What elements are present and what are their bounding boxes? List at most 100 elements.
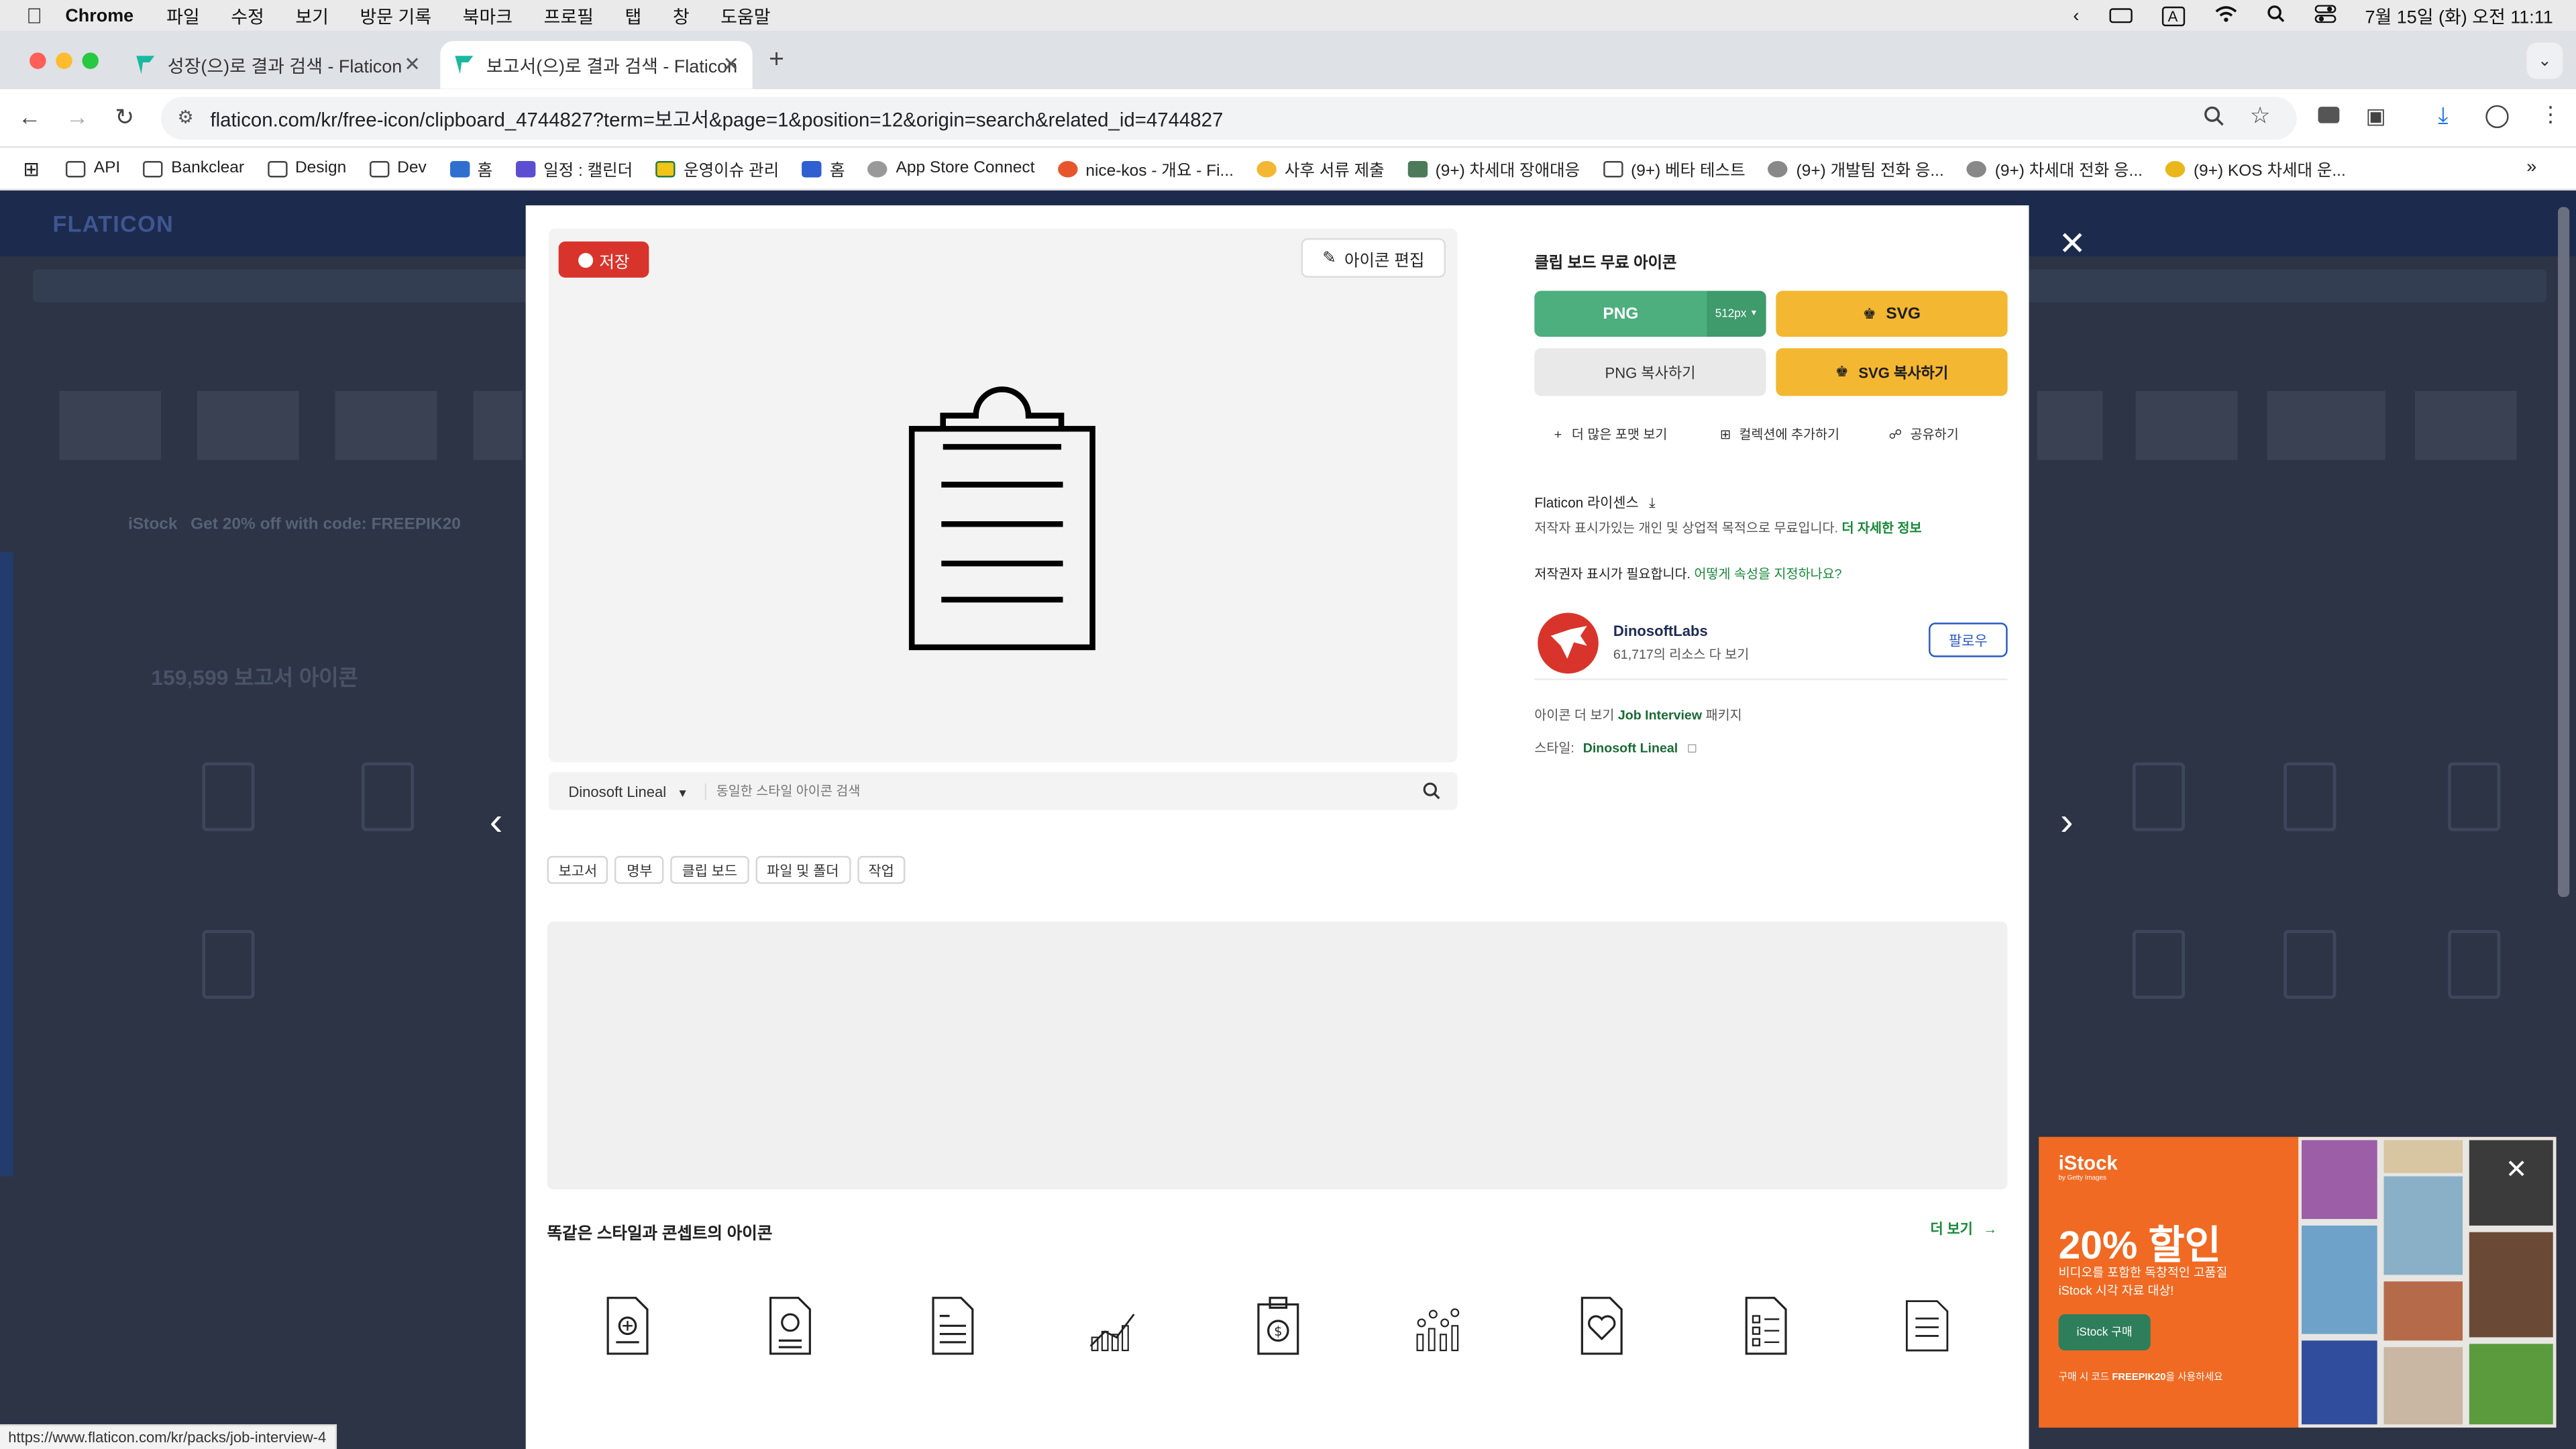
bookmark-folder-bankclear[interactable]: Bankclear xyxy=(143,160,244,177)
bookmark-icon[interactable]: □ xyxy=(1688,741,1696,755)
back-icon[interactable]: ← xyxy=(18,103,41,129)
bookmark-app-store-connect[interactable]: App Store Connect xyxy=(867,160,1034,177)
bookmark-nice-kos[interactable]: nice-kos - 개요 - Fi... xyxy=(1057,156,1234,180)
download-icon[interactable]: ⤓ xyxy=(2438,102,2448,130)
window-zoom-button[interactable] xyxy=(82,52,99,69)
istock-ad[interactable]: iStock by Getty Images 20% 할인 비디오를 포함한 독… xyxy=(2039,1136,2557,1428)
tag-chip[interactable]: 클립 보드 xyxy=(670,855,749,884)
author-resources[interactable]: 61,717의 리소스 다 보기 xyxy=(1613,645,1749,663)
license-more-link[interactable]: 더 자세한 정보 xyxy=(1841,521,1921,535)
extensions-icon[interactable]: ▣ xyxy=(2366,103,2386,129)
bookmark-dev-phone[interactable]: (9+) 개발팀 전화 응... xyxy=(1768,156,1944,180)
download-license-icon[interactable]: ⤓ xyxy=(1649,494,1655,511)
attribution-link[interactable]: 어떻게 속성을 지정하나요? xyxy=(1694,567,1841,582)
menu-view[interactable]: 보기 xyxy=(295,3,329,29)
tab-close-icon[interactable]: ✕ xyxy=(404,52,421,75)
png-copy-button[interactable]: PNG 복사하기 xyxy=(1534,348,1766,396)
tag-chip[interactable]: 파일 및 폴더 xyxy=(755,855,851,884)
see-more-link[interactable]: 더 보기 → xyxy=(1931,1219,1998,1238)
bookmark-docs-submit[interactable]: 사후 서류 제출 xyxy=(1256,156,1385,180)
menu-tab[interactable]: 탭 xyxy=(625,3,641,29)
bookmark-folder-api[interactable]: API xyxy=(66,160,120,177)
spotlight-search-icon[interactable] xyxy=(2267,4,2285,27)
pinterest-save-button[interactable]: 저장 xyxy=(558,241,649,278)
apps-grid-icon[interactable]: ⊞ xyxy=(23,157,40,180)
apple-icon[interactable]:  xyxy=(26,3,42,28)
input-mode-icon[interactable]: A xyxy=(2161,5,2185,25)
tab-report-search[interactable]: 보고서(으)로 결과 검색 - Flaticon ✕ xyxy=(440,41,753,89)
previous-icon-arrow[interactable]: ‹ xyxy=(490,800,503,847)
svg-download-button[interactable]: ♚ SVG xyxy=(1776,290,2008,337)
next-icon-arrow[interactable]: › xyxy=(2060,800,2074,847)
similar-icon-document[interactable] xyxy=(928,1296,977,1355)
similar-icon-checklist[interactable] xyxy=(1741,1296,1790,1355)
forward-icon[interactable]: → xyxy=(66,103,89,129)
tab-growth-search[interactable]: 성장(으)로 결과 검색 - Flaticon ✕ xyxy=(121,41,433,89)
menu-help[interactable]: 도움말 xyxy=(720,3,770,29)
similar-icon-folded-document[interactable] xyxy=(1902,1296,1951,1355)
follow-button[interactable]: 팔로우 xyxy=(1929,623,2008,657)
menu-bookmarks[interactable]: 북마크 xyxy=(463,3,513,29)
author-name[interactable]: DinosoftLabs xyxy=(1613,623,1708,639)
tab-close-icon[interactable]: ✕ xyxy=(722,52,739,75)
istock-buy-button[interactable]: iStock 구매 xyxy=(2058,1314,2151,1351)
search-icon[interactable] xyxy=(1423,782,1441,800)
modal-close-icon[interactable]: ✕ xyxy=(2059,223,2086,264)
menu-window[interactable]: 창 xyxy=(673,3,690,29)
similar-icon-growth-chart[interactable] xyxy=(1087,1296,1136,1355)
istock-close-icon[interactable]: ✕ xyxy=(2506,1153,2528,1186)
profile-icon[interactable] xyxy=(2485,105,2509,129)
job-interview-pack-link[interactable]: Job Interview xyxy=(1618,708,1702,723)
tag-chip[interactable]: 보고서 xyxy=(547,855,609,884)
site-info-icon[interactable]: ⚙ xyxy=(177,107,193,128)
similar-icon-medical-report[interactable] xyxy=(603,1296,652,1355)
battery-icon[interactable] xyxy=(2108,8,2132,23)
bookmark-beta-test[interactable]: (9+) 베타 테스트 xyxy=(1603,156,1746,180)
png-download-button[interactable]: PNG 512px ▼ xyxy=(1534,290,1766,337)
scrollbar[interactable] xyxy=(2558,207,2570,898)
bookmark-next-phone[interactable]: (9+) 차세대 전화 응... xyxy=(1967,156,2143,180)
tag-chip[interactable]: 작업 xyxy=(857,855,906,884)
svg-copy-button[interactable]: ♚ SVG 복사하기 xyxy=(1776,348,2008,396)
bookmark-folder-design[interactable]: Design xyxy=(267,160,346,177)
similar-icon-certificate[interactable] xyxy=(765,1296,814,1355)
camera-extension-icon[interactable] xyxy=(2318,107,2340,123)
wifi-icon[interactable] xyxy=(2214,4,2237,27)
menu-profile[interactable]: 프로필 xyxy=(544,3,594,29)
bookmark-calendar[interactable]: 일정 : 캘린더 xyxy=(515,156,633,180)
style-name-link[interactable]: Dinosoft Lineal xyxy=(1583,741,1678,755)
tag-chip[interactable]: 명부 xyxy=(615,855,664,884)
menu-edit[interactable]: 수정 xyxy=(231,3,264,29)
tab-search-button[interactable]: ⌄ xyxy=(2526,42,2563,79)
bookmark-ops-issue[interactable]: 운영이슈 관리 xyxy=(655,156,779,180)
png-size-select[interactable]: 512px ▼ xyxy=(1707,290,1766,337)
address-bar[interactable]: ⚙ flaticon.com/kr/free-icon/clipboard_47… xyxy=(161,97,2297,140)
menubar-clock[interactable]: 7월 15일 (화) 오전 11:11 xyxy=(2365,3,2553,29)
more-formats-link[interactable]: + 더 많은 포맷 보기 xyxy=(1554,425,1668,443)
more-bookmarks-icon[interactable]: » xyxy=(2526,158,2536,177)
bookmark-home[interactable]: 홈 xyxy=(449,156,492,180)
edit-icon-button[interactable]: ✎ 아이콘 편집 xyxy=(1301,238,1446,278)
style-select[interactable]: Dinosoft Lineal ▼ xyxy=(549,782,707,800)
window-minimize-button[interactable] xyxy=(56,52,72,69)
author-avatar[interactable] xyxy=(1538,612,1599,674)
similar-icon-payment-clipboard[interactable]: $ xyxy=(1254,1296,1303,1355)
bookmark-home-2[interactable]: 홈 xyxy=(802,156,845,180)
bookmark-star-icon[interactable]: ☆ xyxy=(2250,102,2271,130)
chrome-menu-icon[interactable]: ⋮ xyxy=(2540,102,2561,128)
control-center-icon[interactable] xyxy=(2314,4,2336,27)
zoom-icon[interactable] xyxy=(2203,105,2224,131)
style-search-input[interactable] xyxy=(716,784,1407,799)
menu-file[interactable]: 파일 xyxy=(166,3,200,29)
bookmark-kos-ops[interactable]: (9+) KOS 차세대 운... xyxy=(2165,156,2346,180)
add-collection-link[interactable]: ⊞ 컬렉션에 추가하기 xyxy=(1720,425,1839,443)
similar-icon-health-document[interactable] xyxy=(1577,1296,1626,1355)
menu-app-name[interactable]: Chrome xyxy=(65,6,133,25)
bookmark-incident[interactable]: (9+) 차세대 장애대응 xyxy=(1407,156,1580,180)
window-close-button[interactable] xyxy=(30,52,46,69)
share-link[interactable]: ☍ 공유하기 xyxy=(1889,425,1959,443)
bookmark-folder-dev[interactable]: Dev xyxy=(369,160,427,177)
reload-icon[interactable]: ↻ xyxy=(115,103,134,131)
new-tab-button[interactable]: + xyxy=(769,46,784,76)
similar-icon-network-chart[interactable] xyxy=(1413,1296,1462,1355)
